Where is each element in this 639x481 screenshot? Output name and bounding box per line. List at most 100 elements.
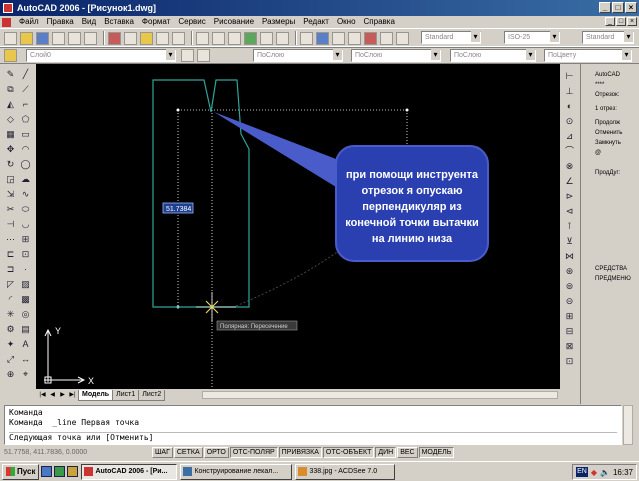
tool-a-icon[interactable]: ⊢ xyxy=(563,70,576,83)
status-model[interactable]: МОДЕЛЬ xyxy=(418,446,455,458)
mtext-icon[interactable]: A xyxy=(19,338,32,351)
layer-manager-icon[interactable] xyxy=(4,48,17,62)
lineweight-select[interactable]: ПоСлою xyxy=(450,49,536,62)
ellipse-arc-icon[interactable]: ◡ xyxy=(19,218,32,231)
extend-icon[interactable]: ⊣ xyxy=(4,218,17,231)
close-button[interactable]: × xyxy=(625,2,637,13)
calculator-icon[interactable] xyxy=(380,31,393,45)
screen-menu-stars[interactable]: **** xyxy=(581,80,639,90)
line-icon[interactable]: ╱ xyxy=(19,68,32,81)
zoom-window-icon[interactable] xyxy=(260,31,273,45)
tool-l-icon[interactable]: ⊻ xyxy=(563,235,576,248)
status-osnap[interactable]: ПРИВЯЗКА xyxy=(278,446,322,458)
construction-line-icon[interactable]: ⟋ xyxy=(19,83,32,96)
tool-o-icon[interactable]: ⊜ xyxy=(563,280,576,293)
tool-m-icon[interactable]: ⋈ xyxy=(563,250,576,263)
task-autocad[interactable]: AutoCAD 2006 - [Ри... xyxy=(81,463,178,480)
new-icon[interactable] xyxy=(4,31,17,45)
insert-block-icon[interactable]: ⊞ xyxy=(19,233,32,246)
menu-window[interactable]: Окно xyxy=(333,16,360,28)
tool-p-icon[interactable]: ⊝ xyxy=(563,295,576,308)
block-editor-icon[interactable] xyxy=(172,31,185,45)
next-tab-icon[interactable]: ▶ xyxy=(58,391,67,400)
mirror-icon[interactable]: ◭ xyxy=(4,98,17,111)
status-dyn[interactable]: ДИН xyxy=(375,446,397,458)
screen-menu-1seg[interactable]: 1 отрез: xyxy=(581,104,639,114)
help-icon[interactable] xyxy=(396,31,409,45)
preview-icon[interactable] xyxy=(68,31,81,45)
join-icon[interactable]: ⊐ xyxy=(4,263,17,276)
prev-tab-icon[interactable]: ◀ xyxy=(48,391,57,400)
screen-menu-at[interactable]: @ xyxy=(581,148,639,158)
doc-minimize-button[interactable]: _ xyxy=(605,17,615,26)
tray-icon[interactable]: ◆ xyxy=(591,468,597,477)
region-icon[interactable]: ◎ xyxy=(19,308,32,321)
task-acdsee[interactable]: 338.jpg - ACDSee 7.0 xyxy=(295,463,396,480)
tool-n-icon[interactable]: ⊛ xyxy=(563,265,576,278)
tab-layout2[interactable]: Лист2 xyxy=(138,389,166,401)
menu-edit[interactable]: Правка xyxy=(43,16,78,28)
quicklaunch-ie-icon[interactable] xyxy=(41,466,53,477)
dim-icon[interactable]: ↔ xyxy=(19,353,32,366)
tool-b-icon[interactable]: ⊥ xyxy=(563,85,576,98)
screen-menu-tools[interactable]: СРЕДСТВА xyxy=(581,264,639,274)
dim-style-select[interactable]: ISO-25 xyxy=(504,31,560,44)
tab-layout1[interactable]: Лист1 xyxy=(112,389,140,401)
status-otrack[interactable]: ОТС-ОБЪЕКТ xyxy=(322,446,375,458)
menu-dimension[interactable]: Размеры xyxy=(258,16,299,28)
document-icon[interactable] xyxy=(2,17,11,27)
make-block-icon[interactable]: ⊡ xyxy=(19,248,32,261)
break-point-icon[interactable]: ⋯ xyxy=(4,233,17,246)
trim-icon[interactable]: ✂ xyxy=(4,203,17,216)
menu-tools[interactable]: Сервис xyxy=(174,16,209,28)
paste-icon[interactable] xyxy=(140,31,153,45)
color-select[interactable]: ПоСлою xyxy=(253,49,343,62)
quicklaunch-desktop-icon[interactable] xyxy=(54,466,66,477)
last-tab-icon[interactable]: ▶| xyxy=(68,391,77,400)
explode-icon[interactable]: ✳ xyxy=(4,308,17,321)
gradient-icon[interactable]: ▩ xyxy=(19,293,32,306)
menu-file[interactable]: Файл xyxy=(15,16,43,28)
save-icon[interactable] xyxy=(36,31,49,45)
command-prompt[interactable]: Следующая точка или [Отменить] xyxy=(9,432,617,443)
design-center-icon[interactable] xyxy=(316,31,329,45)
table-style-select[interactable]: Standard xyxy=(582,31,634,44)
menu-modify[interactable]: Редакт xyxy=(299,16,333,28)
revcloud-icon[interactable]: ☁ xyxy=(19,173,32,186)
zoom-realtime-icon[interactable] xyxy=(244,31,257,45)
tool-e-icon[interactable]: ⊿ xyxy=(563,130,576,143)
cut-icon[interactable] xyxy=(108,31,121,45)
sheet-set-icon[interactable] xyxy=(348,31,361,45)
print-icon[interactable] xyxy=(52,31,65,45)
erase-icon[interactable]: ✎ xyxy=(4,68,17,81)
tool-k-icon[interactable]: ⊺ xyxy=(563,220,576,233)
linetype-select[interactable]: ПоСлою xyxy=(351,49,441,62)
open-icon[interactable] xyxy=(20,31,33,45)
task-pattern-doc[interactable]: Конструирование лекал... xyxy=(180,463,293,480)
break-icon[interactable]: ⊏ xyxy=(4,248,17,261)
first-tab-icon[interactable]: |◀ xyxy=(38,391,47,400)
point-icon[interactable]: · xyxy=(19,263,32,276)
horizontal-scrollbar[interactable] xyxy=(202,391,558,399)
doc-close-button[interactable]: × xyxy=(627,17,637,26)
offset-icon[interactable]: ◇ xyxy=(4,113,17,126)
circle-icon[interactable]: ◯ xyxy=(19,158,32,171)
screen-menu-title[interactable]: AutoCAD xyxy=(581,70,639,80)
undo-icon[interactable] xyxy=(196,31,209,45)
stretch-icon[interactable]: ⇲ xyxy=(4,188,17,201)
menu-format[interactable]: Формат xyxy=(138,16,174,28)
tool-j-icon[interactable]: ⊲ xyxy=(563,205,576,218)
doc-restore-button[interactable]: □ xyxy=(616,17,626,26)
publish-icon[interactable] xyxy=(84,31,97,45)
markup-icon[interactable] xyxy=(364,31,377,45)
menu-view[interactable]: Вид xyxy=(78,16,100,28)
tool-q-icon[interactable]: ⊞ xyxy=(563,310,576,323)
match-icon[interactable]: ✦ xyxy=(4,338,17,351)
tool-s-icon[interactable]: ⊠ xyxy=(563,340,576,353)
pan-icon[interactable] xyxy=(228,31,241,45)
table-icon[interactable]: ▤ xyxy=(19,323,32,336)
menu-help[interactable]: Справка xyxy=(360,16,399,28)
layer-previous-icon[interactable] xyxy=(197,49,210,62)
screen-menu-undo[interactable]: Отменить xyxy=(581,128,639,138)
tolerance-icon[interactable]: ⌖ xyxy=(19,368,32,381)
